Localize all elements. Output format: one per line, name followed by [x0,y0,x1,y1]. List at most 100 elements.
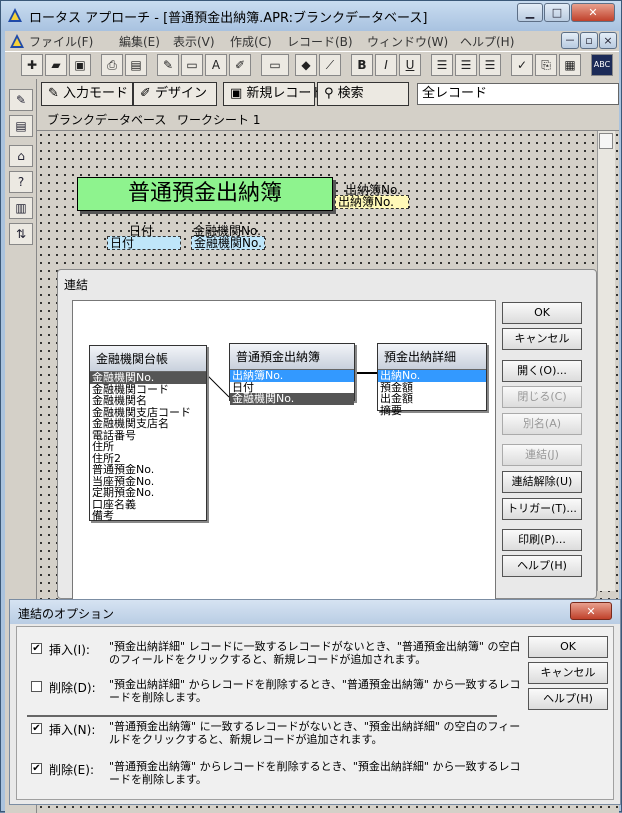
search-button[interactable]: ⚲ 検索 [317,82,409,106]
doc-restore-button[interactable]: ▫ [580,32,598,49]
print-icon[interactable]: ⎙ [101,54,123,76]
table-row[interactable]: 電話番号 [90,430,206,442]
text-icon[interactable]: A [205,54,227,76]
pencil-icon[interactable]: ✐ [229,54,251,76]
table-row[interactable]: 出金額 [378,393,486,405]
table-row[interactable]: 金融機関支店名 [90,418,206,430]
options-help-button[interactable]: ヘルプ(H) [528,688,608,710]
table-row[interactable]: 金融機関No. [230,393,354,405]
menu-record[interactable]: レコード(B) [287,33,353,50]
home-icon[interactable]: ⌂ [9,145,33,167]
options-title-bar: 連結のオプション ✕ [10,600,620,624]
insert-i-checkbox[interactable]: ✔ [31,643,42,654]
close-button[interactable]: ✕ [571,3,615,22]
menu-create[interactable]: 作成(C) [230,33,272,50]
join-ok-button[interactable]: OK [502,302,582,324]
alias-button[interactable]: 別名(A) [502,413,582,435]
ledger-no-field[interactable]: 出納簿No. [335,195,409,209]
options-close-button[interactable]: ✕ [570,602,612,620]
open-button[interactable]: 開く(O)... [502,360,582,382]
delete-d-checkbox[interactable] [31,681,42,692]
input-mode-button[interactable]: ✎ 入力モード [41,82,133,106]
table-icon[interactable]: ▥ [9,197,33,219]
table-row[interactable]: 金融機関コード [90,384,206,396]
field-icon[interactable]: ▭ [181,54,203,76]
find-icon[interactable]: ? [9,171,33,193]
table-row[interactable]: 備考 [90,510,206,522]
paste-icon[interactable]: ⎘ [535,54,557,76]
align-left-icon[interactable]: ☰ [431,54,453,76]
table-row[interactable]: 金融機関名 [90,395,206,407]
fill-color-icon[interactable]: ◆ [295,54,317,76]
insert-n-checkbox[interactable]: ✔ [31,723,42,734]
date-field[interactable]: 日付 [107,236,181,250]
design-button[interactable]: ✐ デザイン [133,82,217,106]
options-ok-button[interactable]: OK [528,636,608,658]
table-row[interactable]: 預金額 [378,382,486,394]
abc-icon[interactable]: ABC [591,54,613,76]
table-row[interactable]: 日付 [230,382,354,394]
tab-blank-database[interactable]: ブランクデータベース [47,111,166,128]
table-row[interactable]: 出納No. [378,370,486,382]
table-row[interactable]: 出納簿No. [230,370,354,382]
scroll-thumb[interactable] [599,133,613,149]
menu-help[interactable]: ヘルプ(H) [460,33,514,50]
table-row[interactable]: 普通預金No. [90,464,206,476]
menu-edit[interactable]: 編集(E) [119,33,160,50]
table-row[interactable]: 住所 [90,441,206,453]
spell-icon[interactable]: ✓ [511,54,533,76]
menu-file[interactable]: ファイル(F) [29,33,93,50]
save-icon[interactable]: ▣ [69,54,91,76]
join-button[interactable]: 連結(J) [502,444,582,466]
form-icon[interactable]: ▤ [9,115,33,137]
vertical-scrollbar[interactable] [597,131,615,591]
view-tabs: ブランクデータベース ワークシート 1 [37,109,619,131]
record-filter-select[interactable]: 全レコード [417,83,619,105]
bold-icon[interactable]: B [351,54,373,76]
draw-icon[interactable]: ✎ [157,54,179,76]
print-preview-icon[interactable]: ▤ [125,54,147,76]
table-row[interactable]: 当座預金No. [90,476,206,488]
new-record-button[interactable]: ▣ 新規レコード [223,82,324,106]
table-row[interactable]: 金融機関支店コード [90,407,206,419]
underline-icon[interactable]: U [399,54,421,76]
open-folder-icon[interactable]: ▰ [45,54,67,76]
table-row[interactable]: 金融機関No. [90,372,206,384]
trigger-button[interactable]: トリガー(T)... [502,498,582,520]
delete-e-checkbox[interactable]: ✔ [31,763,42,774]
table-bank-ledger[interactable]: 金融機関台帳 金融機関No. 金融機関コード 金融機関名 金融機関支店コード 金… [89,345,207,521]
join-help-button[interactable]: ヘルプ(H) [502,555,582,577]
table-row[interactable]: 摘要 [378,405,486,417]
italic-icon[interactable]: I [375,54,397,76]
print-button[interactable]: 印刷(P)... [502,529,582,551]
doc-icon[interactable] [9,33,25,49]
table-deposit-detail[interactable]: 預金出納詳細 出納No. 預金額 出金額 摘要 [377,343,487,416]
new-doc-icon[interactable]: ✚ [21,54,43,76]
join-canvas: 金融機関台帳 金融機関No. 金融機関コード 金融機関名 金融機関支店コード 金… [72,300,496,600]
join-cancel-button[interactable]: キャンセル [502,328,582,350]
close-table-button[interactable]: 閉じる(C) [502,386,582,408]
minimize-button[interactable]: ▁ [517,3,543,22]
join-dialog: 連結 金融機関台帳 金融機関No. 金融機関コード 金融機関名 金融機関支店コー… [57,269,597,600]
table-row[interactable]: 定期預金No. [90,487,206,499]
doc-close-button[interactable]: × [599,32,617,49]
align-right-icon[interactable]: ☰ [479,54,501,76]
menu-view[interactable]: 表示(V) [173,33,215,50]
line-color-icon[interactable]: ⟋ [319,54,341,76]
box-icon[interactable]: ▭ [261,54,289,76]
design-label: デザイン [155,86,208,101]
table-savings-ledger[interactable]: 普通預金出納簿 出納簿No. 日付 金融機関No. [229,343,355,405]
doc-minimize-button[interactable]: － [561,32,579,49]
format-icon[interactable]: ▦ [559,54,581,76]
tab-worksheet-1[interactable]: ワークシート 1 [177,111,260,128]
browse-icon[interactable]: ✎ [9,89,33,111]
align-center-icon[interactable]: ☰ [455,54,477,76]
options-cancel-button[interactable]: キャンセル [528,662,608,684]
unjoin-button[interactable]: 連結解除(U) [502,471,582,493]
sort-icon[interactable]: ⇅ [9,223,33,245]
maximize-button[interactable]: □ [544,3,570,22]
table-row[interactable]: 口座名義 [90,499,206,511]
menu-window[interactable]: ウィンドウ(W) [367,33,448,50]
bank-no-field[interactable]: 金融機関No. [191,236,265,250]
table-row[interactable]: 住所2 [90,453,206,465]
